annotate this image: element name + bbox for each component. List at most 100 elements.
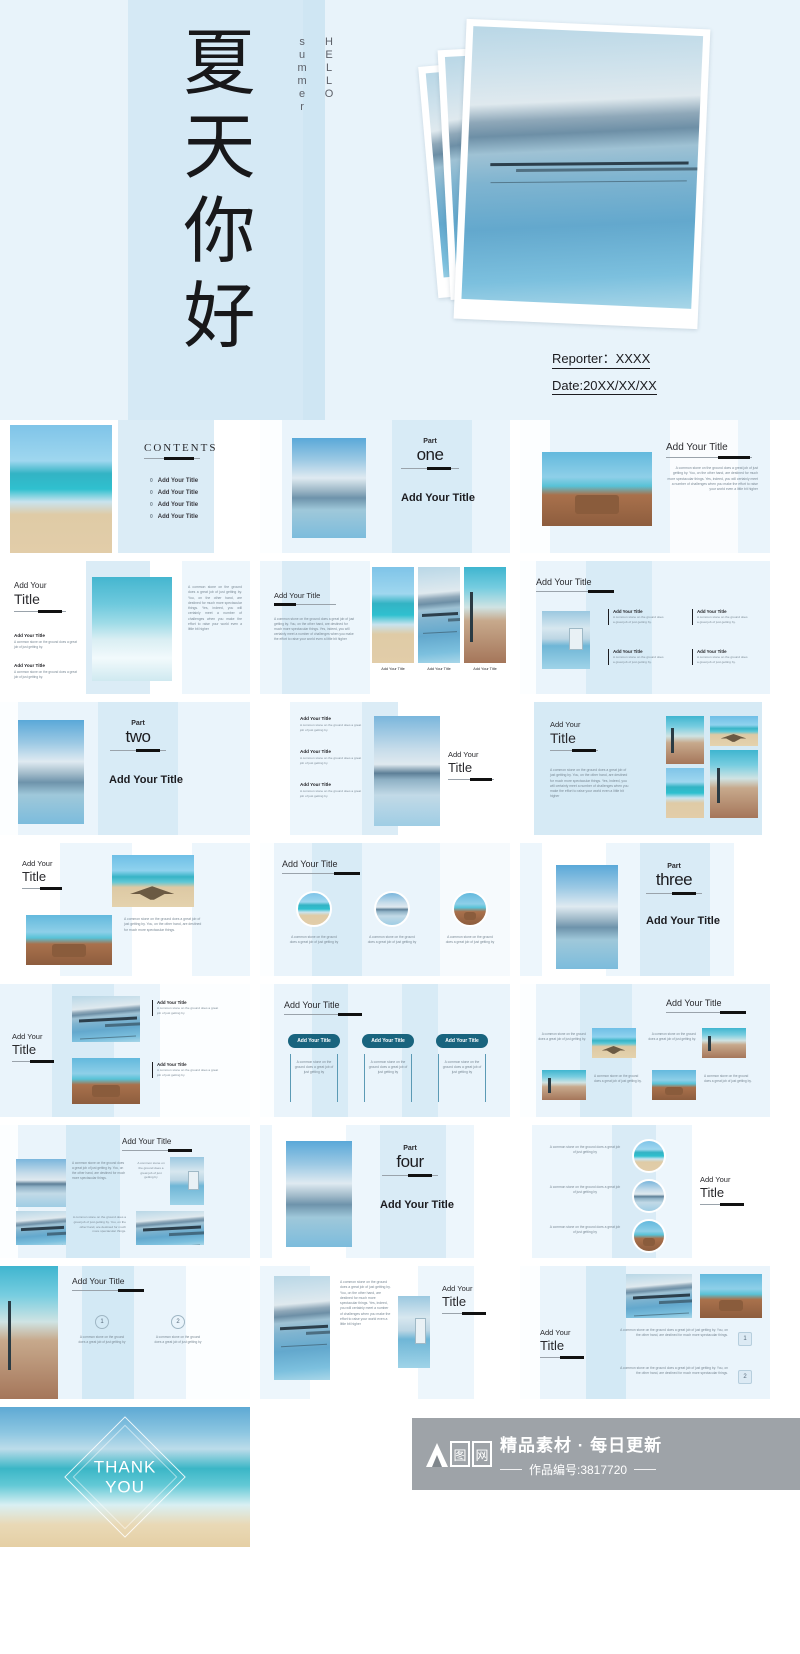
- title-rule: [448, 778, 494, 782]
- part-label: Part: [667, 863, 681, 870]
- thank-you-text: THANK YOU: [0, 1457, 250, 1496]
- body-text: A common stone on the ground does a grea…: [620, 1328, 728, 1338]
- slide-row: Part two Add Your Title Add Your Title A…: [0, 702, 800, 843]
- pill-button[interactable]: Add Your Title: [288, 1034, 340, 1048]
- logo-char-2: 网: [472, 1441, 492, 1467]
- slide-umbrella-feature[interactable]: Add Your Title A common stone on the gro…: [0, 843, 250, 976]
- slide-part-two[interactable]: Part two Add Your Title: [0, 702, 250, 835]
- mountain-photo: [374, 716, 440, 826]
- slide-part-four[interactable]: Part four Add Your Title: [260, 1125, 510, 1258]
- pool-photo: [461, 26, 704, 309]
- slide-part-three[interactable]: Part three Add Your Title: [520, 843, 770, 976]
- body-text: A common stone on the ground does a grea…: [14, 640, 77, 649]
- bullet-block: Add Your Title A common stone on the gro…: [152, 1000, 222, 1016]
- band: [520, 984, 536, 1117]
- slide-photo-collage[interactable]: Add Your Title A common stone on the gro…: [520, 702, 770, 835]
- slide-title: Add Your Title: [122, 1137, 172, 1146]
- slide-title-large: Title: [12, 1042, 37, 1057]
- sub-title: Add Your Title: [14, 633, 45, 638]
- sky-photo: [556, 865, 618, 969]
- slide-three-photos[interactable]: Add Your Title A common stone on the gro…: [260, 561, 510, 694]
- subsection: Add Your Title A common stone on the gro…: [14, 633, 80, 650]
- slide-numbered[interactable]: Add Your Title 1 A common stone on the g…: [0, 1266, 250, 1399]
- numbered-item: 1 A common stone on the ground does a gr…: [78, 1310, 126, 1345]
- list-item[interactable]: 0 Add Your Title: [150, 502, 198, 508]
- cover-vertical-summer: summer: [296, 36, 309, 114]
- slide-title-wave[interactable]: Add Your Title Add Your Title A common s…: [0, 561, 250, 694]
- slide-part-one[interactable]: Part one Add Your Title: [260, 420, 510, 553]
- slide-title-small: Add Your: [12, 1032, 43, 1041]
- slide-contents[interactable]: CONTENTS 0 Add Your Title 0 Add Your Title…: [0, 420, 250, 553]
- slide-two-photo-list[interactable]: Add Your Title Add Your Title A common s…: [0, 984, 250, 1117]
- slide-circle-list[interactable]: A common stone on the ground does a grea…: [520, 1125, 770, 1258]
- beach-photo: [372, 567, 414, 663]
- bullet-block: Add Your Title A common stone on the gro…: [608, 609, 666, 625]
- title-rule: [536, 590, 614, 594]
- slide-heading-wrap: Add Your Title: [72, 1276, 144, 1293]
- part-value: two: [125, 727, 151, 746]
- slide-four-points[interactable]: Add Your Title Add Your Title A common s…: [520, 561, 770, 694]
- subsection: Add Your Title A common stone on the gro…: [300, 749, 366, 766]
- title-rule: [12, 1060, 54, 1064]
- pill-button[interactable]: Add Your Title: [362, 1034, 414, 1048]
- bullet-block: Add Your Title A common stone on the gro…: [152, 1062, 222, 1078]
- slide-title-text[interactable]: Add Your Title A common stone on the gro…: [520, 420, 770, 553]
- body-text: A common stone on the ground does a grea…: [154, 1335, 202, 1344]
- watermark-tagline: 精品素材 · 每日更新: [500, 1435, 663, 1455]
- cover-photo-stack: [418, 18, 711, 336]
- toc-list: 0 Add Your Title 0 Add Your Title 0 Add You…: [150, 472, 198, 520]
- slide-title-large: Title: [22, 869, 47, 884]
- slide-title-small: Add Your: [14, 581, 47, 590]
- body-text: A common stone on the ground does a grea…: [289, 935, 339, 945]
- slide-photo-text-right[interactable]: A common stone on the ground does a grea…: [260, 1266, 510, 1399]
- title-rule: [666, 1011, 746, 1015]
- slide-thank-you[interactable]: THANK YOU: [0, 1407, 250, 1547]
- body-text: A common stone on the ground does a grea…: [445, 935, 495, 945]
- list-item[interactable]: 0 Add Your Title: [150, 478, 198, 484]
- slide-row: Add Your Title A common stone on the gro…: [0, 843, 800, 984]
- part-rule: [646, 892, 702, 896]
- slide-title-large: Title: [550, 730, 576, 746]
- part-rule: [401, 467, 459, 471]
- list-item[interactable]: 0 Add Your Title: [150, 490, 198, 496]
- dash-right-icon: [634, 1468, 657, 1470]
- deck-photo: [26, 915, 112, 965]
- slide-list-photo[interactable]: Add Your Title A common stone on the gro…: [260, 702, 510, 835]
- slide-title: Add Your Title: [284, 1000, 340, 1010]
- pool-photo: [274, 1276, 330, 1380]
- part-number: Part one: [384, 438, 476, 471]
- circle-photo: [296, 891, 332, 927]
- numbered-item: 2 A common stone on the ground does a gr…: [154, 1310, 202, 1345]
- bullet-icon: 0: [150, 502, 153, 508]
- slide-title-small: Add Your: [550, 720, 581, 729]
- heading-rule: [144, 457, 200, 461]
- slide-title: Add Your Title: [536, 577, 592, 587]
- slide-heading-wrap: Add Your Title: [666, 442, 752, 460]
- reporter-line: Reporter：XXXX: [552, 348, 651, 369]
- thank-line-2: YOU: [105, 1477, 145, 1496]
- slide-dual-photo-numbered[interactable]: Add Your Title A common stone on the gro…: [520, 1266, 770, 1399]
- slide-circles[interactable]: Add Your Title A common stone on the gro…: [260, 843, 510, 976]
- contents-heading: CONTENTS: [144, 442, 218, 454]
- title-rule: [282, 872, 360, 876]
- title-rule: [540, 1356, 584, 1360]
- sub-title: Add Your Title: [300, 716, 331, 721]
- body-text: A common stone on the ground does a grea…: [137, 1161, 165, 1180]
- body-text: A common stone on the ground does a grea…: [704, 1074, 752, 1083]
- watermark-logo: 图 网: [426, 1441, 492, 1467]
- slide-pills[interactable]: Add Your Title Add Your Title Add Your T…: [260, 984, 510, 1117]
- boardwalk-photo: [0, 1266, 58, 1399]
- circle-photo: [452, 891, 488, 927]
- bullet-block: Add Your Title A common stone on the gro…: [692, 649, 750, 665]
- slide-mixed-photos[interactable]: Add Your Title A common stone on the gro…: [0, 1125, 250, 1258]
- part-value: one: [416, 445, 444, 464]
- sky-photo: [292, 438, 366, 538]
- slide-two-column-photos[interactable]: Add Your Title A common stone on the gro…: [520, 984, 770, 1117]
- body-text: A common stone on the ground does a grea…: [648, 1032, 696, 1041]
- slide-title-small: Add Your: [540, 1328, 571, 1337]
- toc-label: Add Your Title: [157, 490, 199, 496]
- pill-button[interactable]: Add Your Title: [436, 1034, 488, 1048]
- list-item[interactable]: 0 Add Your Title: [150, 514, 198, 520]
- band: [520, 561, 536, 694]
- circle-photo: [632, 1179, 666, 1213]
